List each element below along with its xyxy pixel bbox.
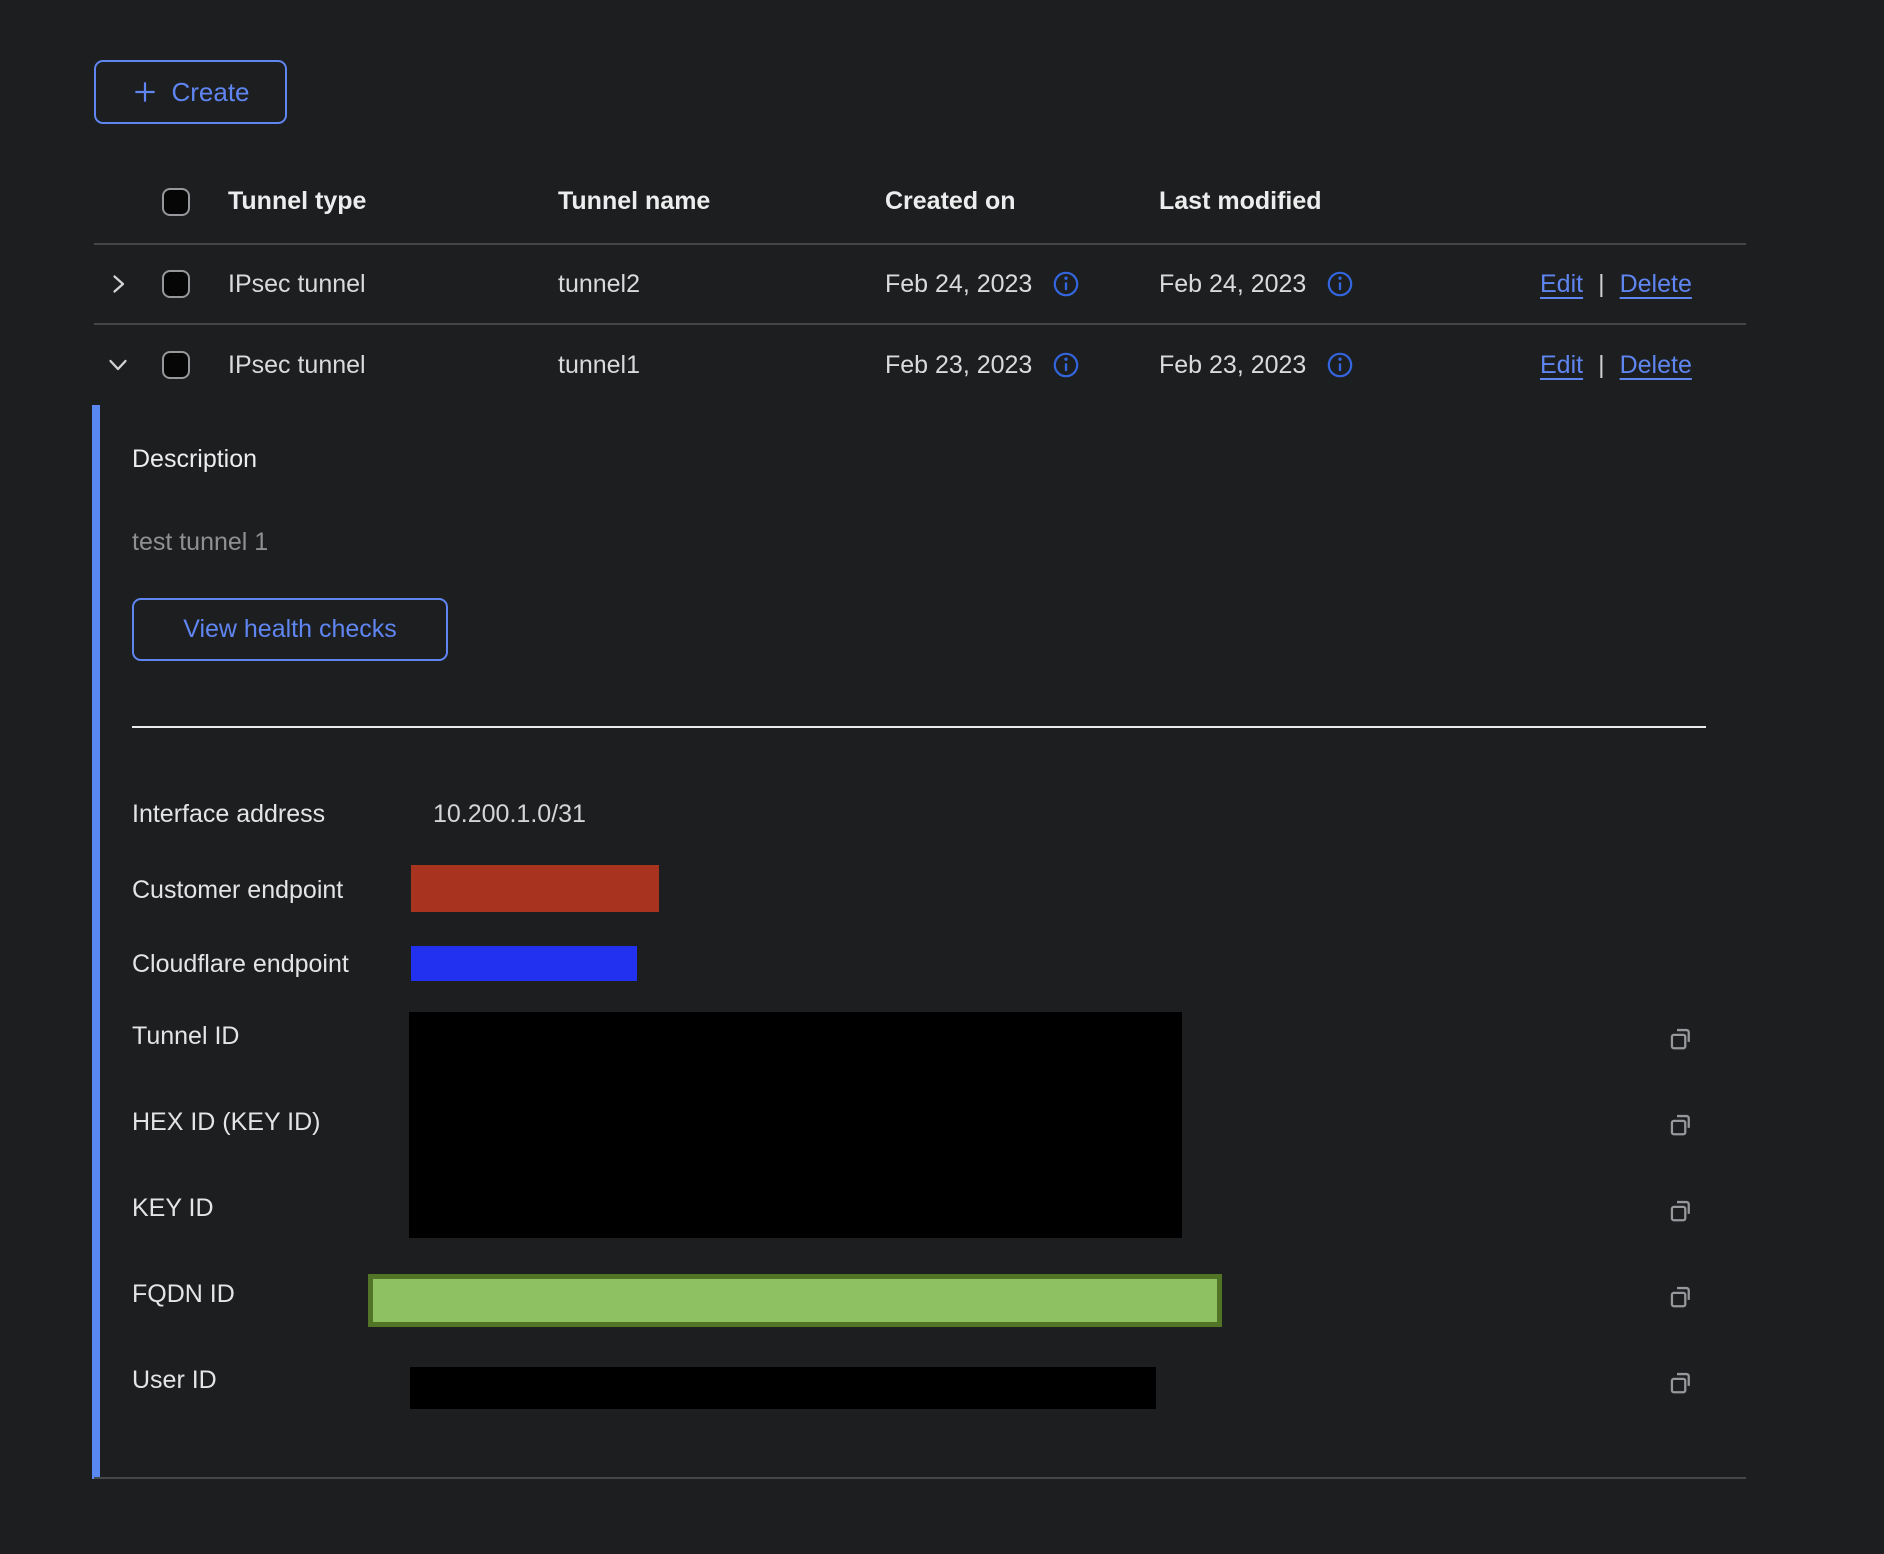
tunnel-name-cell: tunnel1 [558,351,885,380]
col-header-created-on: Created on [885,187,1159,216]
col-header-last-modified: Last modified [1159,187,1519,216]
cloudflare-endpoint-redacted-value [411,946,637,981]
info-icon [1326,351,1354,379]
fqdn-id-redacted-value [368,1274,1222,1327]
modified-info-button[interactable] [1326,351,1354,379]
interface-address-value: 10.200.1.0/31 [433,800,586,829]
modified-info-button[interactable] [1326,270,1354,298]
delete-link[interactable]: Delete [1620,351,1692,380]
interface-address-label: Interface address [132,800,325,829]
tunnel-hex-key-id-redacted-block [409,1012,1182,1238]
tunnel-type-cell: IPsec tunnel [228,351,558,380]
plus-icon [131,78,159,106]
customer-endpoint-label: Customer endpoint [132,876,343,905]
panel-divider [132,726,1706,728]
copy-tunnel-id-button[interactable] [1664,1022,1698,1056]
table-header-row: Tunnel type Tunnel name Created on Last … [94,160,1746,245]
create-button-label: Create [171,77,249,108]
create-button[interactable]: Create [94,60,287,124]
user-id-redacted-value [410,1367,1156,1409]
view-health-checks-label: View health checks [183,615,397,644]
col-header-tunnel-type: Tunnel type [228,187,558,216]
tunnels-table: Tunnel type Tunnel name Created on Last … [94,160,1746,405]
tunnel-type-cell: IPsec tunnel [228,270,558,299]
tunnel-id-label: Tunnel ID [132,1022,239,1051]
description-heading: Description [132,445,257,474]
chevron-down-icon [106,353,130,377]
fqdn-id-label: FQDN ID [132,1280,235,1309]
copy-hex-id-button[interactable] [1664,1108,1698,1142]
chevron-right-icon [106,272,130,296]
fqdn-id-redacted-fill [373,1279,1217,1322]
cloudflare-endpoint-label: Cloudflare endpoint [132,950,349,979]
copy-key-id-button[interactable] [1664,1194,1698,1228]
description-text: test tunnel 1 [132,528,268,557]
tunnels-page: Create Tunnel type Tunnel name Created o… [0,0,1884,1554]
expand-row-button[interactable] [102,268,134,300]
tunnel-name-cell: tunnel2 [558,270,885,299]
created-info-button[interactable] [1052,351,1080,379]
collapse-row-button[interactable] [102,349,134,381]
copy-icon [1665,1023,1697,1055]
customer-endpoint-redacted-value [411,865,659,912]
hex-id-label: HEX ID (KEY ID) [132,1108,320,1137]
user-id-label: User ID [132,1366,217,1395]
last-modified-cell: Feb 23, 2023 [1159,351,1306,380]
info-icon [1052,351,1080,379]
info-icon [1326,270,1354,298]
row-checkbox[interactable] [162,351,190,379]
delete-link[interactable]: Delete [1620,270,1692,299]
copy-icon [1665,1367,1697,1399]
panel-bottom-border [94,1477,1746,1479]
table-row: IPsec tunnel tunnel2 Feb 24, 2023 Feb 24… [94,245,1746,325]
select-all-checkbox[interactable] [162,188,190,216]
copy-icon [1665,1195,1697,1227]
key-id-label: KEY ID [132,1194,214,1223]
copy-icon [1665,1109,1697,1141]
copy-fqdn-id-button[interactable] [1664,1280,1698,1314]
info-icon [1052,270,1080,298]
created-on-cell: Feb 24, 2023 [885,270,1032,299]
copy-user-id-button[interactable] [1664,1366,1698,1400]
view-health-checks-button[interactable]: View health checks [132,598,448,661]
edit-link[interactable]: Edit [1540,351,1583,380]
created-on-cell: Feb 23, 2023 [885,351,1032,380]
expanded-row-accent-bar [92,405,100,1479]
actions-separator: | [1598,270,1605,299]
last-modified-cell: Feb 24, 2023 [1159,270,1306,299]
col-header-tunnel-name: Tunnel name [558,187,885,216]
created-info-button[interactable] [1052,270,1080,298]
actions-separator: | [1598,351,1605,380]
edit-link[interactable]: Edit [1540,270,1583,299]
table-row: IPsec tunnel tunnel1 Feb 23, 2023 Feb 23… [94,325,1746,405]
copy-icon [1665,1281,1697,1313]
row-checkbox[interactable] [162,270,190,298]
